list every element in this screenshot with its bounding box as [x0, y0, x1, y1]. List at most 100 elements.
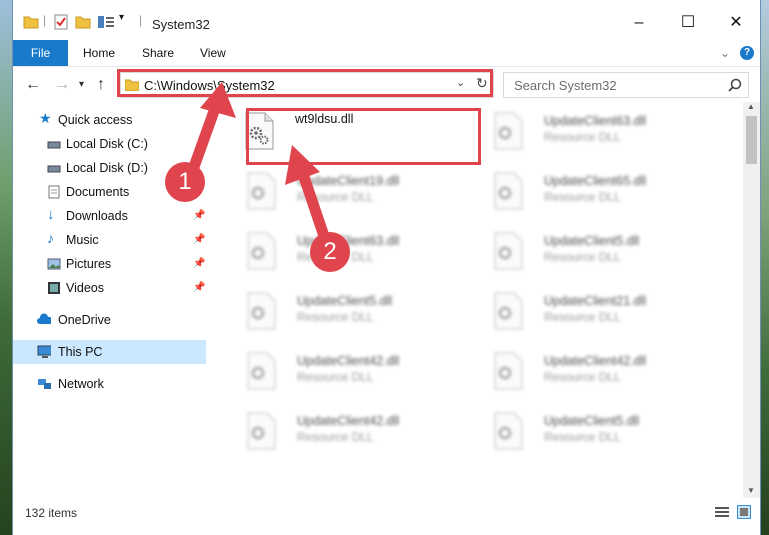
file-item[interactable]: UpdateClient5.dll Resource DLL: [480, 224, 710, 280]
file-item[interactable]: UpdateClient42.dll Resource DLL: [480, 344, 710, 400]
sidebar-item-label: Downloads: [66, 209, 128, 223]
view-options-icon[interactable]: [97, 14, 115, 30]
sidebar-item-music[interactable]: ♪ Music 📌: [13, 228, 206, 252]
music-icon: ♪: [47, 230, 54, 246]
forward-arrow-icon[interactable]: →: [54, 76, 70, 94]
vertical-scrollbar[interactable]: ▲ ▼: [743, 102, 760, 498]
address-row: ← → ▾ ↑ C:\Windows\System32 ⌄ ↻ Search S…: [13, 66, 760, 103]
tab-home[interactable]: Home: [83, 40, 115, 66]
file-name: UpdateClient42.dll: [297, 354, 400, 368]
search-placeholder: Search System32: [514, 78, 617, 93]
file-name: UpdateClient63.dll: [544, 114, 647, 128]
dll-file-icon: [494, 112, 523, 150]
documents-icon: [48, 185, 60, 199]
dll-file-icon: [494, 172, 523, 210]
dll-file-icon: [494, 412, 523, 450]
pictures-icon: [47, 258, 61, 270]
cloud-icon: [37, 313, 51, 324]
dll-file-icon: [247, 172, 276, 210]
dll-file-icon: [247, 292, 276, 330]
sidebar-item-pictures[interactable]: Pictures 📌: [13, 252, 206, 276]
sidebar-item-label: Documents: [66, 185, 130, 199]
scrollbar-thumb[interactable]: [746, 116, 757, 164]
sidebar-item-label: Local Disk (C:): [66, 137, 148, 151]
file-explorer-window: | ▾ | System32 – ☐ ✕ File Home Share Vie…: [12, 0, 761, 535]
drive-icon: [47, 165, 61, 173]
scroll-up-arrow-icon[interactable]: ▲: [747, 102, 755, 111]
file-type: Resource DLL: [297, 430, 374, 444]
back-arrow-icon[interactable]: ←: [25, 76, 41, 94]
download-icon: ↓: [47, 206, 55, 223]
file-item[interactable]: UpdateClient5.dll Resource DLL: [233, 284, 463, 340]
file-type: Resource DLL: [544, 310, 621, 324]
sidebar-item-label: Videos: [66, 281, 104, 295]
file-highlight-box: [246, 108, 481, 165]
file-item[interactable]: UpdateClient65.dll Resource DLL: [480, 164, 710, 220]
file-item[interactable]: UpdateClient21.dll Resource DLL: [480, 284, 710, 340]
dll-file-icon: [247, 352, 276, 390]
file-type: Resource DLL: [297, 370, 374, 384]
tab-view[interactable]: View: [200, 40, 226, 66]
step-1-badge: 1: [165, 162, 205, 202]
file-item[interactable]: UpdateClient19.dll Resource DLL: [233, 164, 463, 220]
sidebar-item-this-pc[interactable]: This PC: [13, 340, 206, 364]
sidebar-item-onedrive[interactable]: OneDrive: [13, 308, 206, 332]
star-icon: ★: [39, 110, 52, 126]
sidebar-item-network[interactable]: Network: [13, 372, 206, 396]
title-bar: | ▾ | System32 – ☐ ✕: [13, 0, 760, 38]
file-name: UpdateClient65.dll: [544, 174, 647, 188]
search-input[interactable]: Search System32: [503, 72, 749, 98]
separator: |: [139, 13, 143, 27]
dll-file-icon: [247, 412, 276, 450]
file-type: Resource DLL: [297, 190, 374, 204]
minimize-button[interactable]: –: [616, 8, 662, 38]
file-type: Resource DLL: [544, 130, 621, 144]
search-icon: [728, 78, 742, 92]
file-item[interactable]: UpdateClient42.dll Resource DLL: [233, 404, 463, 460]
pin-icon[interactable]: 📌: [193, 282, 205, 293]
file-tab[interactable]: File: [13, 40, 68, 66]
pin-icon[interactable]: 📌: [193, 210, 205, 221]
pin-icon[interactable]: 📌: [193, 234, 205, 245]
ribbon-tabs: File Home Share View ⌄ ?: [13, 40, 760, 66]
navigation-pane: ★ Quick access Local Disk (C:) Local Dis…: [13, 102, 206, 498]
maximize-button[interactable]: ☐: [665, 8, 711, 38]
sidebar-item-downloads[interactable]: ↓ Downloads 📌: [13, 204, 206, 228]
sidebar-item-label: Network: [58, 377, 104, 391]
sidebar-item-quick-access[interactable]: ★ Quick access: [13, 108, 206, 132]
file-type: Resource DLL: [544, 190, 621, 204]
step-2-badge: 2: [310, 232, 350, 272]
recent-locations-chevron-icon[interactable]: ▾: [79, 79, 84, 90]
file-type: Resource DLL: [297, 310, 374, 324]
videos-icon: [48, 282, 60, 294]
file-item[interactable]: UpdateClient42.dll Resource DLL: [233, 344, 463, 400]
sidebar-item-label: This PC: [58, 345, 103, 359]
customize-toolbar-chevron-icon[interactable]: ▾: [119, 12, 124, 28]
help-icon[interactable]: ?: [740, 46, 754, 60]
item-count: 132 items: [25, 506, 78, 520]
sidebar-item-videos[interactable]: Videos 📌: [13, 276, 206, 300]
expand-ribbon-chevron-icon[interactable]: ⌄: [720, 40, 730, 66]
file-type: Resource DLL: [544, 430, 621, 444]
address-bar-highlight: [117, 69, 493, 97]
file-name: UpdateClient42.dll: [544, 354, 647, 368]
tab-share[interactable]: Share: [142, 40, 174, 66]
drive-icon: [47, 141, 61, 149]
file-item[interactable]: UpdateClient63.dll Resource DLL: [480, 104, 710, 160]
pin-icon[interactable]: 📌: [193, 258, 205, 269]
up-arrow-icon[interactable]: ↑: [97, 76, 105, 94]
network-icon: [38, 379, 51, 389]
desktop-background-left: [0, 0, 12, 535]
properties-icon[interactable]: [53, 14, 69, 30]
sidebar-item-local-disk-c[interactable]: Local Disk (C:): [13, 132, 206, 156]
sidebar-item-label: OneDrive: [58, 313, 111, 327]
file-item[interactable]: UpdateClient5.dll Resource DLL: [480, 404, 710, 460]
close-button[interactable]: ✕: [713, 8, 759, 38]
folder-icon: [23, 16, 39, 29]
scroll-down-arrow-icon[interactable]: ▼: [747, 486, 755, 495]
details-view-icon[interactable]: [715, 506, 729, 518]
window-title: System32: [152, 17, 210, 32]
new-folder-icon[interactable]: [75, 14, 91, 30]
dll-file-icon: [247, 232, 276, 270]
large-icons-view-icon[interactable]: [737, 505, 751, 519]
